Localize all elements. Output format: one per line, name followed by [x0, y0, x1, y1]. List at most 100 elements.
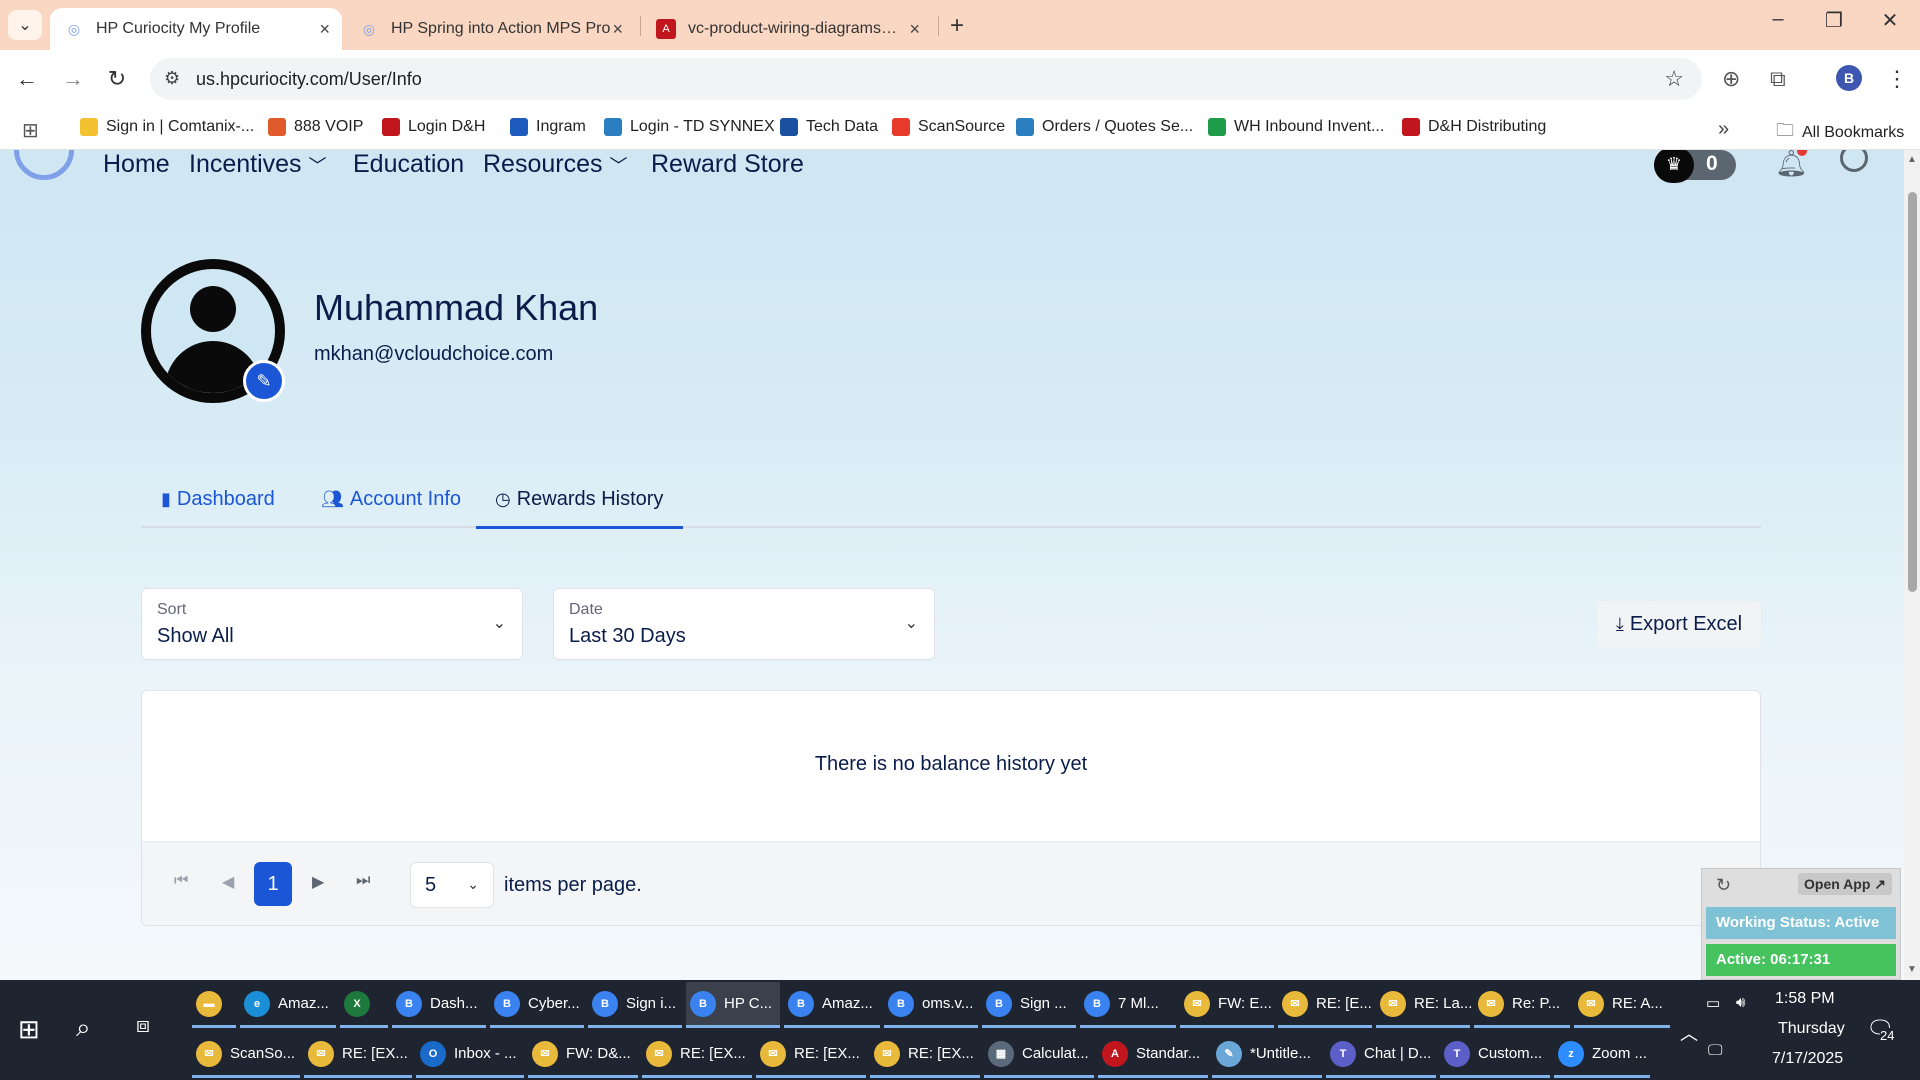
page-size-select[interactable]: 5 ⌄ [410, 862, 494, 908]
taskbar-app[interactable]: ✉ RE: [EX... [756, 1032, 866, 1078]
taskbar-app[interactable]: T Custom... [1440, 1032, 1550, 1078]
taskbar-app[interactable]: ✉ RE: A... [1574, 982, 1670, 1028]
clock-time[interactable]: 1:58 PM [1775, 990, 1835, 1008]
user-icon[interactable] [1840, 150, 1868, 172]
sort-select[interactable]: Sort Show All ⌄ [141, 588, 523, 660]
windows-start-icon[interactable]: ⊞ [18, 1014, 40, 1045]
taskbar-app[interactable]: B 7 Ml... [1080, 982, 1176, 1028]
close-icon[interactable]: × [612, 19, 623, 40]
taskbar-app[interactable]: ▬ [192, 982, 236, 1028]
nav-resources[interactable]: Resources ﹀ [483, 150, 627, 179]
first-page-button[interactable]: ⏮ [174, 872, 188, 890]
curiocity-logo[interactable] [14, 150, 74, 180]
refresh-icon[interactable]: ↻ [1716, 875, 1731, 896]
bookmark-item[interactable]: Sign in | Comtanix-... [80, 118, 254, 136]
translate-icon[interactable]: ⊕ [1722, 66, 1740, 92]
taskbar-app[interactable]: B Sign i... [588, 982, 682, 1028]
taskbar-app[interactable]: B Sign ... [982, 982, 1076, 1028]
network-icon[interactable]: 🖵 [1708, 1042, 1722, 1059]
taskbar-app[interactable]: ✉ ScanSo... [192, 1032, 300, 1078]
more-bookmarks-button[interactable]: » [1718, 118, 1729, 141]
browser-tab-3[interactable]: A vc-product-wiring-diagrams.pd × [642, 8, 932, 50]
chevron-up-icon[interactable]: ︿ [1680, 1020, 1698, 1046]
taskbar-app[interactable]: ✎ *Untitle... [1212, 1032, 1322, 1078]
tab-rewards-history[interactable]: ◷ Rewards History [495, 488, 663, 511]
page-number-current[interactable]: 1 [254, 862, 292, 906]
bookmark-item[interactable]: Orders / Quotes Se... [1016, 118, 1193, 136]
bookmark-item[interactable]: Login - TD SYNNEX [604, 118, 775, 136]
scroll-up-icon[interactable]: ▲ [1907, 154, 1917, 165]
profile-avatar[interactable]: B [1836, 65, 1862, 91]
taskbar-app[interactable]: B HP C... [686, 982, 780, 1028]
taskbar-app[interactable]: O Inbox - ... [416, 1032, 524, 1078]
prev-page-button[interactable]: ◀ [222, 872, 234, 892]
search-icon[interactable]: ⌕ [76, 1012, 91, 1044]
nav-home[interactable]: Home [103, 150, 170, 179]
page-scrollbar[interactable]: ▲ ▼ [1904, 150, 1920, 980]
bookmark-item[interactable]: Login D&H [382, 118, 485, 136]
next-page-button[interactable]: ▶ [312, 872, 324, 892]
browser-tab-1[interactable]: ◎ HP Curiocity My Profile × [50, 8, 342, 50]
volume-icon[interactable]: 🔊︎ [1736, 994, 1745, 1011]
url-text[interactable]: us.hpcuriocity.com/User/Info [196, 69, 422, 90]
all-bookmarks-button[interactable]: 🗀 All Bookmarks [1776, 118, 1904, 148]
tab-account-info[interactable]: 👥︎ Account Info [321, 488, 461, 511]
taskbar-app[interactable]: ✉ RE: [EX... [642, 1032, 752, 1078]
nav-reward-store[interactable]: Reward Store [651, 150, 804, 179]
taskbar-app[interactable]: B Amaz... [784, 982, 880, 1028]
taskbar-app[interactable]: ✉ FW: E... [1180, 982, 1274, 1028]
taskbar-app[interactable]: ✉ Re: P... [1474, 982, 1570, 1028]
minimize-button[interactable]: – [1756, 8, 1800, 31]
bookmark-item[interactable]: WH Inbound Invent... [1208, 118, 1384, 136]
site-info-icon[interactable]: ⚙ [164, 68, 180, 89]
scroll-down-icon[interactable]: ▼ [1907, 964, 1917, 975]
points-balance[interactable]: ♛ 0 [1654, 150, 1736, 183]
nav-education[interactable]: Education [353, 150, 464, 179]
bookmark-item[interactable]: Ingram [510, 118, 586, 136]
taskbar-app[interactable]: z Zoom ... [1554, 1032, 1650, 1078]
reload-button[interactable]: ↻ [102, 64, 132, 94]
bookmark-item[interactable]: D&H Distributing [1402, 118, 1546, 136]
bookmark-star-icon[interactable]: ☆ [1664, 66, 1684, 92]
forward-button[interactable]: → [58, 64, 88, 94]
back-button[interactable]: ← [12, 64, 42, 94]
battery-icon[interactable]: ▭ [1706, 994, 1720, 1012]
restore-button[interactable]: ❐ [1812, 8, 1856, 33]
taskbar-app[interactable]: ✉ FW: D&... [528, 1032, 638, 1078]
clock-date[interactable]: 7/17/2025 [1772, 1050, 1843, 1068]
export-excel-button[interactable]: ⤓ Export Excel [1597, 601, 1761, 647]
taskbar-app[interactable]: ✉ RE: [EX... [304, 1032, 412, 1078]
edit-avatar-button[interactable]: ✎ [243, 360, 285, 402]
bookmark-item[interactable]: 888 VOIP [268, 118, 363, 136]
clock-day[interactable]: Thursday [1778, 1020, 1845, 1038]
address-bar[interactable]: ⚙ us.hpcuriocity.com/User/Info ☆ [150, 58, 1702, 100]
taskbar-app[interactable]: ▦ Calculat... [984, 1032, 1094, 1078]
bookmark-item[interactable]: ScanSource [892, 118, 1005, 136]
taskbar-app[interactable]: B Dash... [392, 982, 486, 1028]
tab-dashboard[interactable]: ▮ Dashboard [161, 488, 275, 511]
more-menu-icon[interactable]: ⋮ [1886, 66, 1908, 92]
taskbar-app[interactable]: B Cyber... [490, 982, 584, 1028]
scrollbar-thumb[interactable] [1908, 192, 1917, 592]
date-select[interactable]: Date Last 30 Days ⌄ [553, 588, 935, 660]
browser-tab-2[interactable]: ◎ HP Spring into Action MPS Pro × [345, 8, 635, 50]
window-close-button[interactable]: ✕ [1868, 8, 1912, 33]
close-icon[interactable]: × [319, 19, 330, 40]
taskbar-app[interactable]: ✉ RE: [E... [1278, 982, 1372, 1028]
taskbar-app[interactable]: A Standar... [1098, 1032, 1208, 1078]
extensions-icon[interactable]: ⧉ [1770, 66, 1786, 92]
close-icon[interactable]: × [909, 19, 920, 40]
taskbar-app[interactable]: ✉ RE: [EX... [870, 1032, 980, 1078]
nav-incentives[interactable]: Incentives ﹀ [189, 150, 327, 179]
taskbar-app[interactable]: Boms.v... [884, 982, 978, 1028]
tab-search-button[interactable]: ⌄ [8, 10, 42, 40]
taskbar-app[interactable]: X [340, 982, 388, 1028]
taskbar-app[interactable]: e Amaz... [240, 982, 336, 1028]
new-tab-button[interactable]: + [950, 12, 964, 40]
apps-grid-icon[interactable]: ⊞ [22, 118, 39, 143]
last-page-button[interactable]: ⏭ [356, 872, 370, 890]
bookmark-item[interactable]: Tech Data [780, 118, 878, 136]
open-app-button[interactable]: Open App ↗ [1798, 873, 1892, 895]
taskbar-app[interactable]: ✉ RE: La... [1376, 982, 1472, 1028]
taskbar-app[interactable]: T Chat | D... [1326, 1032, 1436, 1078]
